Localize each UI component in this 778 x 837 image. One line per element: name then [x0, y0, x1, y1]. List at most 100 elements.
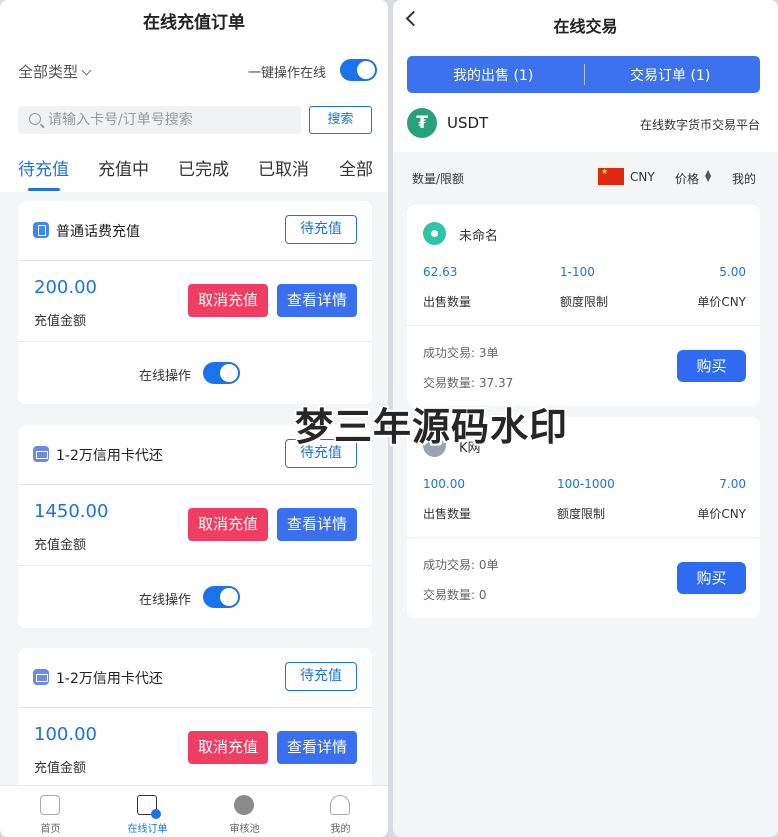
online-operation-toggle[interactable] [203, 586, 240, 608]
trading-header: 在线交易 我的出售 (1) 交易订单 (1) ₮ USDT 在线数字货币交易平台 [393, 0, 778, 152]
order-card-body: 100.00 充值金额 取消充值 查看详情 [18, 708, 372, 789]
online-operation-toggle[interactable] [203, 362, 240, 384]
cancel-recharge-button[interactable]: 取消充值 [188, 508, 268, 541]
order-card: 1-2万信用卡代还 待充值 100.00 充值金额 取消充值 查看详情 [18, 648, 372, 789]
active-tab-indicator [28, 188, 60, 191]
limit-label: 额度限制 [557, 507, 606, 521]
order-card-header: 普通话费充值 待充值 [18, 201, 372, 261]
credit-card-icon [33, 446, 49, 462]
chevron-down-icon [81, 65, 92, 76]
home-icon [40, 795, 60, 815]
nav-audit-pool[interactable]: 审核池 [196, 786, 293, 837]
status-button[interactable]: 待充值 [285, 215, 357, 244]
china-flag-icon [598, 167, 624, 185]
limit-value: 1-100 [560, 265, 595, 279]
limit-value: 100-1000 [557, 477, 615, 491]
order-amount: 100.00 [34, 724, 97, 745]
trade-volume: 交易数量: 0 [423, 588, 487, 602]
amount-label: 充值金额 [34, 314, 87, 329]
nav-label: 审核池 [229, 824, 260, 835]
page-title: 在线交易 [553, 17, 618, 36]
sell-qty-value: 62.63 [423, 265, 458, 279]
avatar [423, 222, 446, 245]
qty-limit-label: 数量/限额 [412, 172, 465, 186]
search-placeholder: 请输入卡号/订单号搜索 [48, 112, 193, 128]
trade-card: 未命名 62.63 1-100 5.00 出售数量 额度限制 单价CNY 成功交… [407, 205, 760, 406]
price-sort[interactable]: 价格 [675, 170, 699, 187]
unit-price-value: 5.00 [719, 265, 746, 279]
amount-label: 充值金额 [34, 761, 87, 776]
online-operation-label: 在线操作 [139, 369, 192, 384]
cancel-recharge-button[interactable]: 取消充值 [188, 731, 268, 764]
unit-price-value: 7.00 [719, 477, 746, 491]
order-title: 普通话费充值 [56, 224, 140, 240]
sort-arrows-icon: ▲ ▼ [705, 168, 712, 183]
segment-divider [584, 64, 585, 85]
user-icon [330, 795, 350, 815]
order-card-body: 1450.00 充值金额 取消充值 查看详情 [18, 485, 372, 566]
orders-header: 在线充值订单 全部类型 一键操作在线 请输入卡号/订单号搜索 搜索 待充值 充值… [0, 0, 388, 192]
limit-label: 额度限制 [560, 295, 609, 309]
buy-button[interactable]: 购买 [677, 350, 746, 382]
order-card-footer: 在线操作 [18, 566, 372, 628]
sell-qty-label: 出售数量 [423, 507, 472, 521]
credit-card-icon [33, 669, 49, 685]
sell-qty-label: 出售数量 [423, 295, 472, 309]
trade-volume: 交易数量: 37.37 [423, 376, 514, 390]
trade-card-bottom: 成功交易: 3单 交易数量: 37.37 购买 [407, 326, 760, 406]
currency-selector[interactable]: CNY [630, 170, 655, 184]
watermark-text: 梦三年源码水印 [295, 405, 569, 449]
order-card-header: 1-2万信用卡代还 待充值 [18, 648, 372, 708]
nav-online-orders[interactable]: 在线订单 [99, 786, 196, 837]
one-click-online-toggle[interactable] [340, 59, 377, 81]
tab-completed[interactable]: 已完成 [178, 155, 229, 180]
page-title: 在线充值订单 [143, 13, 245, 33]
orders-icon [137, 795, 161, 819]
order-amount: 1450.00 [34, 501, 109, 522]
nav-mine[interactable]: 我的 [292, 786, 388, 837]
tab-all[interactable]: 全部 [339, 155, 373, 180]
sell-qty-value: 100.00 [423, 477, 465, 491]
view-detail-button[interactable]: 查看详情 [277, 508, 357, 541]
type-filter-dropdown[interactable]: 全部类型 [18, 61, 92, 82]
seller-name: 未命名 [459, 229, 499, 244]
order-amount: 200.00 [34, 277, 97, 298]
tab-trade-orders[interactable]: 交易订单 (1) [630, 65, 710, 85]
order-title: 1-2万信用卡代还 [56, 448, 163, 464]
tab-pending[interactable]: 待充值 [18, 155, 69, 180]
online-operation-label: 在线操作 [139, 593, 192, 608]
unit-price-label: 单价CNY [697, 507, 746, 521]
nav-label: 我的 [330, 824, 351, 835]
order-card-body: 200.00 充值金额 取消充值 查看详情 [18, 261, 372, 342]
mine-filter[interactable]: 我的 [732, 170, 756, 187]
one-click-online-label: 一键操作在线 [248, 66, 327, 81]
usdt-logo-icon: ₮ [407, 108, 437, 138]
tab-recharging[interactable]: 充值中 [98, 155, 149, 180]
success-trades: 成功交易: 3单 [423, 346, 499, 360]
type-filter-label: 全部类型 [18, 63, 79, 81]
trade-card-top: 未命名 62.63 1-100 5.00 出售数量 额度限制 单价CNY [407, 205, 760, 326]
trade-segment-control: 我的出售 (1) 交易订单 (1) [407, 56, 760, 93]
coin-name: USDT [447, 114, 489, 132]
view-detail-button[interactable]: 查看详情 [277, 731, 357, 764]
nav-label: 首页 [40, 824, 61, 835]
nav-home[interactable]: 首页 [2, 786, 99, 837]
buy-button[interactable]: 购买 [677, 562, 746, 594]
audit-icon [234, 795, 254, 815]
success-trades: 成功交易: 0单 [423, 558, 499, 572]
tab-cancelled[interactable]: 已取消 [258, 155, 309, 180]
order-card-footer: 在线操作 [18, 342, 372, 404]
status-button[interactable]: 待充值 [285, 662, 357, 691]
order-title: 1-2万信用卡代还 [56, 671, 163, 687]
search-button[interactable]: 搜索 [309, 106, 372, 134]
phone-icon [33, 222, 49, 238]
cancel-recharge-button[interactable]: 取消充值 [188, 284, 268, 317]
nav-label: 在线订单 [127, 824, 168, 835]
view-detail-button[interactable]: 查看详情 [277, 284, 357, 317]
order-card: 普通话费充值 待充值 200.00 充值金额 取消充值 查看详情 在线操作 [18, 201, 372, 404]
unit-price-label: 单价CNY [697, 295, 746, 309]
trade-card-bottom: 成功交易: 0单 交易数量: 0 购买 [407, 538, 760, 618]
tab-my-sales[interactable]: 我的出售 (1) [453, 65, 533, 85]
bottom-nav: 首页 在线订单 审核池 我的 [0, 785, 388, 837]
search-input[interactable]: 请输入卡号/订单号搜索 [18, 106, 301, 134]
